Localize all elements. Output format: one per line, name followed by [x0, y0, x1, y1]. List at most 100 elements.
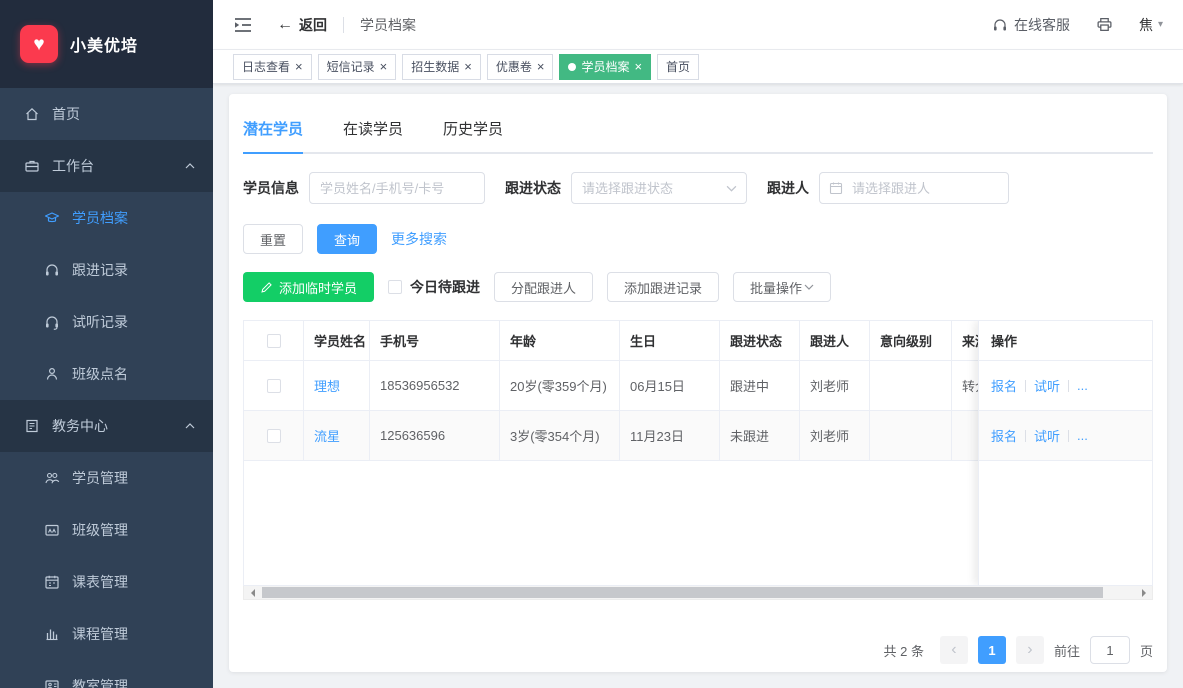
today-follow-label: 今日待跟进 — [410, 277, 480, 297]
scroll-right-icon — [1142, 589, 1150, 597]
close-icon[interactable]: × — [464, 60, 472, 73]
print-button[interactable] — [1096, 16, 1113, 33]
sidebar-item-student-mgmt[interactable]: 学员管理 — [0, 452, 213, 504]
trial-link[interactable]: 试听 — [1034, 376, 1060, 395]
more-actions-link[interactable]: ... — [1077, 428, 1088, 443]
cell-age: 3岁(零354个月) — [500, 411, 620, 460]
user-menu[interactable]: 焦 ▾ — [1139, 15, 1163, 35]
col-header-birthday: 生日 — [620, 321, 720, 360]
tag-label: 学员档案 — [581, 58, 629, 75]
close-icon[interactable]: × — [295, 60, 303, 73]
scroll-right-button[interactable] — [1136, 586, 1152, 599]
horizontal-scrollbar[interactable] — [243, 586, 1153, 600]
scroll-left-button[interactable] — [244, 586, 260, 599]
close-icon[interactable]: × — [634, 60, 642, 73]
building-icon — [24, 418, 40, 434]
enroll-link[interactable]: 报名 — [991, 426, 1017, 445]
filter-label: 跟进状态 — [505, 178, 561, 198]
next-page-button[interactable]: › — [1016, 636, 1044, 664]
brand-logo-mark: ♥ — [20, 25, 58, 63]
select-all-checkbox[interactable] — [267, 334, 281, 348]
student-name-link[interactable]: 理想 — [314, 376, 340, 395]
sidebar-item-workbench[interactable]: 工作台 — [0, 140, 213, 192]
enroll-link[interactable]: 报名 — [991, 376, 1017, 395]
assign-follower-button[interactable]: 分配跟进人 — [494, 272, 593, 302]
cell-intent — [870, 411, 952, 460]
sidebar-item-schedule-mgmt[interactable]: 课表管理 — [0, 556, 213, 608]
back-button[interactable]: ← 返回 — [277, 15, 327, 35]
page-content: 潜在学员 在读学员 历史学员 学员信息 跟进状态 — [213, 84, 1183, 688]
sidebar: ♥ 小美优培 首页 工作台 学员档案 跟进记录 试听记录 班级点名 — [0, 0, 213, 688]
close-icon[interactable]: × — [537, 60, 545, 73]
more-search-link[interactable]: 更多搜索 — [391, 229, 447, 249]
sidebar-item-label: 班级管理 — [72, 520, 128, 540]
batch-ops-button[interactable]: 批量操作 — [733, 272, 831, 302]
student-info-input[interactable] — [309, 172, 485, 204]
tag-log-view[interactable]: 日志查看 × — [233, 54, 312, 80]
divider — [343, 17, 344, 33]
person-icon — [44, 366, 60, 382]
collapse-sidebar-icon[interactable] — [233, 17, 253, 33]
tag-coupons[interactable]: 优惠卷 × — [487, 54, 554, 80]
add-temp-student-button[interactable]: 添加临时学员 — [243, 272, 374, 302]
tab-potential-students[interactable]: 潜在学员 — [243, 108, 303, 152]
today-follow-checkbox[interactable] — [388, 280, 402, 294]
username: 焦 — [1139, 15, 1153, 35]
sidebar-item-course-mgmt[interactable]: 课程管理 — [0, 608, 213, 660]
col-header-intent: 意向级别 — [870, 321, 952, 360]
divider — [1025, 430, 1026, 442]
goto-label: 前往 — [1054, 641, 1080, 660]
prev-page-button[interactable]: ‹ — [940, 636, 968, 664]
sidebar-item-class-mgmt[interactable]: 班级管理 — [0, 504, 213, 556]
row-checkbox[interactable] — [267, 379, 281, 393]
add-follow-record-button[interactable]: 添加跟进记录 — [607, 272, 719, 302]
page-number-button[interactable]: 1 — [978, 636, 1006, 664]
cell-follower: 刘老师 — [800, 411, 870, 460]
workbench-icon — [24, 158, 40, 174]
tag-student-archive[interactable]: 学员档案 × — [559, 54, 651, 80]
sidebar-item-follow-records[interactable]: 跟进记录 — [0, 244, 213, 296]
tag-sms-records[interactable]: 短信记录 × — [318, 54, 397, 80]
filter-label: 跟进人 — [767, 178, 809, 198]
col-header-actions: 操作 — [979, 321, 1152, 361]
sidebar-item-label: 教务中心 — [52, 416, 108, 436]
row-actions: 报名 试听 ... — [979, 361, 1152, 411]
sidebar-item-student-archive[interactable]: 学员档案 — [0, 192, 213, 244]
cell-status: 未跟进 — [720, 411, 800, 460]
filter-bar: 学员信息 跟进状态 跟进人 — [243, 172, 1153, 204]
follower-select[interactable] — [819, 172, 1009, 204]
scrollbar-thumb[interactable] — [262, 587, 1103, 598]
tag-enrollment-data[interactable]: 招生数据 × — [402, 54, 481, 80]
row-checkbox[interactable] — [267, 429, 281, 443]
tab-history-students[interactable]: 历史学员 — [443, 108, 503, 152]
more-actions-link[interactable]: ... — [1077, 378, 1088, 393]
table-body: 学员姓名 手机号 年龄 生日 跟进状态 跟进人 意向级别 来源 理想 18536… — [243, 320, 1153, 586]
batch-ops-label: 批量操作 — [750, 278, 802, 297]
tag-home[interactable]: 首页 — [657, 54, 699, 80]
query-button[interactable]: 查询 — [317, 224, 377, 254]
follow-status-select[interactable] — [571, 172, 747, 204]
topbar-right: 在线客服 焦 ▾ — [992, 15, 1163, 35]
scrollbar-track[interactable] — [260, 586, 1136, 599]
close-icon[interactable]: × — [380, 60, 388, 73]
sidebar-item-trial-records[interactable]: 试听记录 — [0, 296, 213, 348]
tab-current-students[interactable]: 在读学员 — [343, 108, 403, 152]
sidebar-item-home[interactable]: 首页 — [0, 88, 213, 140]
sidebar-item-roll-call[interactable]: 班级点名 — [0, 348, 213, 400]
sidebar-item-academic-center[interactable]: 教务中心 — [0, 400, 213, 452]
trial-link[interactable]: 试听 — [1034, 426, 1060, 445]
filter-follower: 跟进人 — [767, 172, 1009, 204]
next-icon: › — [1027, 641, 1032, 659]
sidebar-item-label: 学员管理 — [72, 468, 128, 488]
tag-label: 日志查看 — [242, 58, 290, 75]
student-name-link[interactable]: 流星 — [314, 426, 340, 445]
divider — [1068, 430, 1069, 442]
reset-button[interactable]: 重置 — [243, 224, 303, 254]
goto-page-input[interactable] — [1090, 636, 1130, 664]
online-service-button[interactable]: 在线客服 — [992, 15, 1070, 35]
screen-icon — [44, 678, 60, 688]
row-actions: 报名 试听 ... — [979, 411, 1152, 461]
sidebar-item-label: 首页 — [52, 104, 80, 124]
brand-logo[interactable]: ♥ 小美优培 — [0, 0, 213, 88]
sidebar-item-classroom-mgmt[interactable]: 教室管理 — [0, 660, 213, 688]
